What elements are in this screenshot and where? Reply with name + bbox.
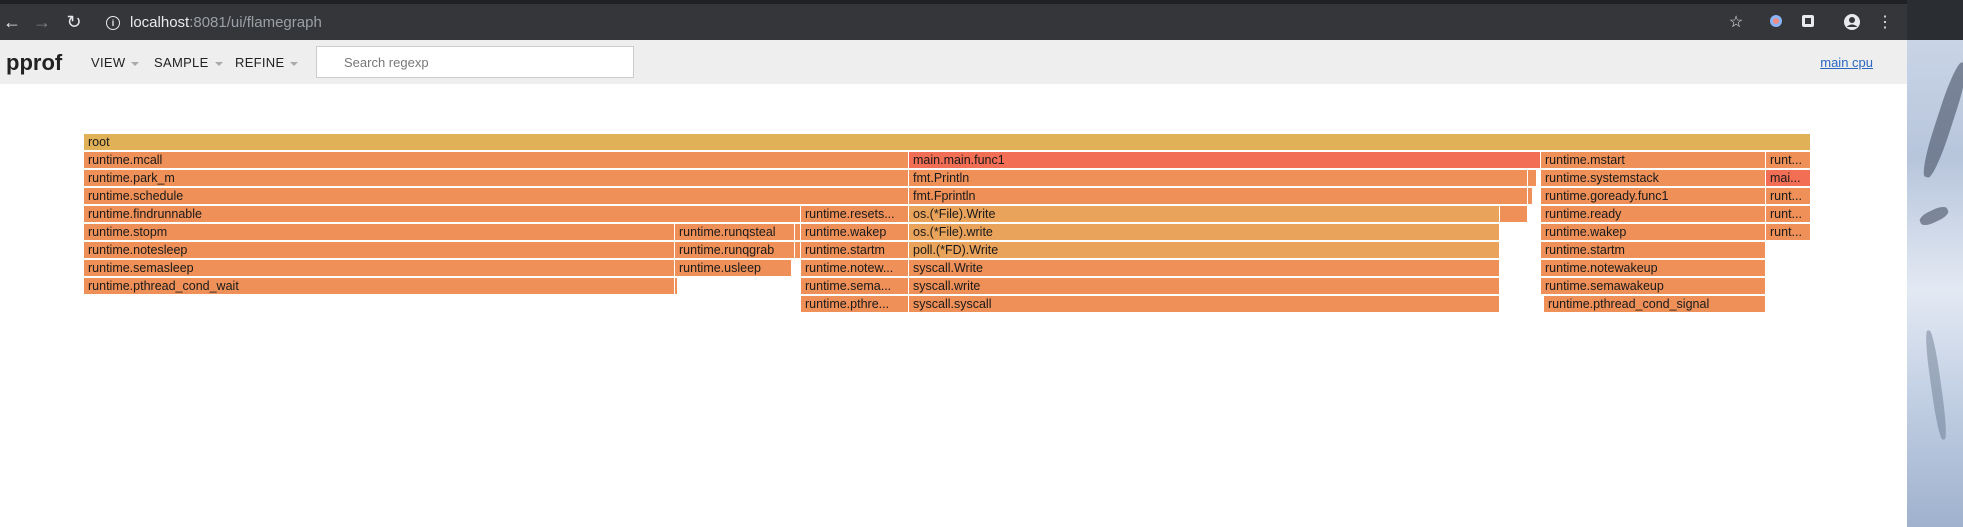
flame-frame[interactable]: runtime.pthread_cond_wait	[84, 278, 675, 294]
flame-frame[interactable]: os.(*File).write	[909, 224, 1500, 240]
extension-icon[interactable]	[1766, 13, 1786, 33]
menu-sample-label: SAMPLE	[154, 55, 209, 70]
flame-frame-sliver[interactable]	[1500, 206, 1528, 222]
menu-view[interactable]: VIEW	[91, 55, 140, 71]
star-icon[interactable]: ☆	[1726, 13, 1746, 33]
flame-frame[interactable]: runtime.notew...	[801, 260, 909, 276]
flame-frame[interactable]: poll.(*FD).Write	[909, 242, 1500, 258]
flame-frame[interactable]: os.(*File).Write	[909, 206, 1500, 222]
profile-link[interactable]: main cpu	[1820, 55, 1873, 71]
flame-frame[interactable]: runtime.notesleep	[84, 242, 675, 258]
flame-frame[interactable]: runt...	[1766, 224, 1811, 240]
flame-frame[interactable]: runt...	[1766, 206, 1811, 222]
flame-frame[interactable]: runtime.mstart	[1541, 152, 1766, 168]
url-host: localhost	[130, 14, 190, 31]
menu-sample[interactable]: SAMPLE	[154, 55, 223, 71]
menu-refine-label: REFINE	[235, 55, 285, 70]
flame-frame[interactable]: syscall.syscall	[909, 296, 1500, 312]
flame-frame[interactable]: runtime.stopm	[84, 224, 675, 240]
flame-frame[interactable]: runtime.startm	[1541, 242, 1766, 258]
menu-refine[interactable]: REFINE	[235, 55, 299, 71]
flame-frame[interactable]: runtime.pthre...	[801, 296, 909, 312]
pprof-header: pprof VIEW SAMPLE REFINE main cpu	[0, 40, 1907, 84]
flame-frame[interactable]: runt...	[1766, 152, 1811, 168]
flame-frame[interactable]: runtime.semasleep	[84, 260, 675, 276]
flame-frame[interactable]: runtime.findrunnable	[84, 206, 801, 222]
search-input[interactable]	[316, 46, 634, 78]
flame-frame[interactable]: runtime.ready	[1541, 206, 1766, 222]
menu-view-label: VIEW	[91, 55, 126, 70]
flame-frame[interactable]: runtime.wakep	[801, 224, 909, 240]
browser-toolbar: ← → ↻ i localhost:8081/ui/flamegraph ☆ ⋮	[0, 0, 1907, 40]
flame-frame[interactable]: mai...	[1766, 170, 1811, 186]
flame-frame[interactable]: runtime.runqsteal	[675, 224, 795, 240]
flamegraph: root runtime.mcall main.main.func1 runtime.…	[84, 134, 1811, 314]
flame-frame[interactable]: runt...	[1766, 188, 1811, 204]
profile-icon[interactable]	[1842, 13, 1862, 33]
app-title: pprof	[6, 50, 63, 75]
url-path: :8081/ui/flamegraph	[189, 14, 322, 31]
caret-down-icon	[290, 61, 299, 66]
flame-frame-sliver[interactable]	[1528, 188, 1533, 204]
flame-frame[interactable]: runtime.resets...	[801, 206, 909, 222]
flame-frame[interactable]: runtime.schedule	[84, 188, 909, 204]
flame-frame-sliver[interactable]	[675, 278, 678, 294]
back-icon[interactable]: ←	[0, 10, 24, 34]
caret-down-icon	[131, 61, 140, 66]
flame-frame[interactable]: runtime.systemstack	[1541, 170, 1766, 186]
desktop-wallpaper	[1907, 0, 1963, 527]
flame-frame[interactable]: runtime.mcall	[84, 152, 909, 168]
caret-down-icon	[214, 61, 223, 66]
reload-icon[interactable]: ↻	[62, 10, 86, 34]
info-icon[interactable]: i	[106, 16, 120, 30]
extension-icon[interactable]	[1798, 13, 1818, 33]
flame-frame-sliver[interactable]	[1528, 170, 1537, 186]
forward-icon[interactable]: →	[30, 10, 54, 34]
flame-frame[interactable]: fmt.Fprintln	[909, 188, 1528, 204]
flame-frame[interactable]: runtime.pthread_cond_signal	[1544, 296, 1766, 312]
flame-frame[interactable]: syscall.write	[909, 278, 1500, 294]
flame-frame[interactable]: runtime.wakep	[1541, 224, 1766, 240]
flame-frame[interactable]: runtime.runqgrab	[675, 242, 795, 258]
flame-frame[interactable]: runtime.park_m	[84, 170, 909, 186]
flame-frame[interactable]: syscall.Write	[909, 260, 1500, 276]
address-bar[interactable]: localhost:8081/ui/flamegraph	[130, 11, 322, 35]
flame-frame[interactable]: runtime.notewakeup	[1541, 260, 1766, 276]
flame-frame[interactable]: runtime.usleep	[675, 260, 792, 276]
flame-frame[interactable]: runtime.semawakeup	[1541, 278, 1766, 294]
menu-dots-icon[interactable]: ⋮	[1875, 13, 1895, 33]
flame-frame[interactable]: root	[84, 134, 1811, 150]
flame-frame[interactable]: main.main.func1	[909, 152, 1541, 168]
flame-frame[interactable]: runtime.startm	[801, 242, 909, 258]
flame-frame[interactable]: fmt.Println	[909, 170, 1528, 186]
flame-frame[interactable]: runtime.sema...	[801, 278, 909, 294]
flame-frame[interactable]: runtime.goready.func1	[1541, 188, 1766, 204]
